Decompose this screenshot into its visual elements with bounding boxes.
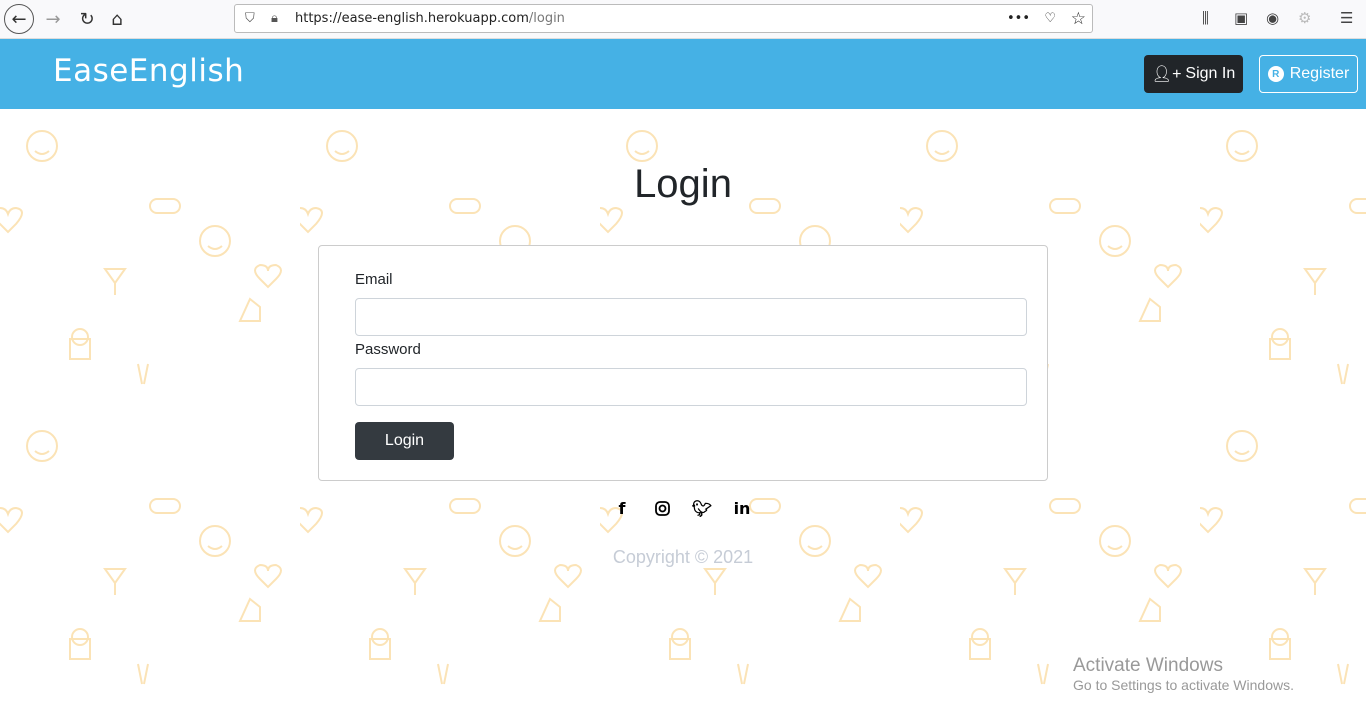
menu-icon[interactable]: ☰ <box>1340 9 1353 27</box>
forward-icon[interactable]: → <box>38 4 68 34</box>
library-icon[interactable]: ⫼ <box>1202 9 1209 27</box>
password-label: Password <box>355 341 421 358</box>
sign-in-label: Sign In <box>1185 65 1236 82</box>
copyright: Copyright © 2021 <box>612 547 754 567</box>
star-icon[interactable]: ☆ <box>1071 9 1086 29</box>
email-label: Email <box>355 271 393 288</box>
navbar: EaseEnglish 👤︎+ Sign In R Register <box>0 39 1366 109</box>
more-icon[interactable]: ••• <box>1007 11 1030 26</box>
reload-icon[interactable]: ↻ <box>72 4 102 34</box>
lock-icon: 🔒︎ <box>271 11 278 26</box>
user-plus-icon: 👤︎+ <box>1151 66 1182 83</box>
email-input[interactable] <box>355 298 1027 336</box>
sidebar-icon[interactable]: ▣ <box>1234 9 1248 27</box>
instagram-icon[interactable] <box>652 498 672 518</box>
browser-toolbar: ← → ↻ ⌂ ⛉ 🔒︎ https://ease-english.heroku… <box>0 0 1366 39</box>
watermark-subtitle: Go to Settings to activate Windows. <box>1073 677 1294 693</box>
pocket-icon[interactable]: ♡ <box>1044 11 1056 26</box>
address-bar[interactable]: ⛉ 🔒︎ https://ease-english.herokuapp.com/… <box>234 4 1093 33</box>
home-icon[interactable]: ⌂ <box>102 4 132 34</box>
login-form: Email Password Login <box>318 245 1048 481</box>
facebook-icon[interactable]: f <box>612 498 632 518</box>
back-icon[interactable]: ← <box>4 4 34 34</box>
registered-icon: R <box>1267 66 1284 82</box>
brand-logo[interactable]: EaseEnglish <box>53 53 244 89</box>
page-title: Login <box>634 162 732 206</box>
extension-icon[interactable]: ⚙ <box>1298 9 1311 27</box>
password-input[interactable] <box>355 368 1027 406</box>
sign-in-button[interactable]: 👤︎+ Sign In <box>1144 55 1243 93</box>
twitter-icon[interactable]: 🐦︎ <box>692 498 712 518</box>
account-icon[interactable]: ◉ <box>1266 9 1279 27</box>
url-path: /login <box>528 11 565 26</box>
shield-icon: ⛉ <box>245 11 255 26</box>
linkedin-icon[interactable]: in <box>732 498 752 518</box>
register-label: Register <box>1289 65 1350 82</box>
login-button[interactable]: Login <box>355 422 454 460</box>
register-button[interactable]: R Register <box>1259 55 1358 93</box>
activate-windows-watermark: Activate Windows Go to Settings to activ… <box>1073 655 1294 693</box>
watermark-title: Activate Windows <box>1073 655 1223 676</box>
social-links: f 🐦︎ in <box>612 498 752 518</box>
url-host: https://ease-english.herokuapp.com <box>295 11 529 26</box>
